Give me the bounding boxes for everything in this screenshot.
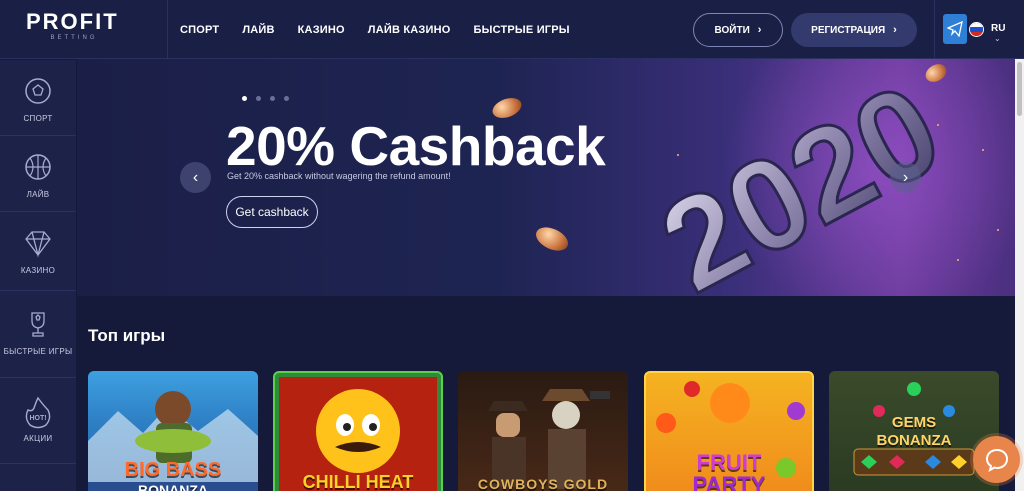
promo-banner[interactable]: 2020 20% Cashback Get 20% cashback witho… bbox=[77, 59, 1015, 296]
sidebar-item-fast-games[interactable]: БЫСТРЫЕ ИГРЫ bbox=[0, 291, 76, 378]
nav-item-casino[interactable]: КАЗИНО bbox=[298, 24, 345, 36]
left-sidebar: СПОРТ ЛАЙВ КАЗИНО БЫСТРЫЕ ИГРЫ HOT! АКЦИ… bbox=[0, 60, 76, 491]
game-art bbox=[853, 382, 975, 476]
banner-title: 20% Cashback bbox=[226, 115, 606, 177]
slider-dot[interactable] bbox=[284, 96, 289, 101]
login-label: ВОЙТИ bbox=[714, 24, 750, 36]
nav-item-fast-games[interactable]: БЫСТРЫЕ ИГРЫ bbox=[474, 24, 570, 36]
coin-graphic bbox=[532, 222, 572, 256]
spark bbox=[957, 259, 959, 261]
slider-dots bbox=[242, 96, 289, 101]
sidebar-item-label: БЫСТРЫЕ ИГРЫ bbox=[3, 347, 73, 356]
chevron-right-icon: › bbox=[893, 24, 897, 36]
spark bbox=[937, 124, 939, 126]
login-button[interactable]: ВОЙТИ › bbox=[693, 13, 783, 47]
logo-subtext: BETTING bbox=[50, 35, 98, 41]
hot-flame-icon: HOT! bbox=[25, 396, 51, 429]
spark bbox=[997, 229, 999, 231]
chevron-down-icon[interactable]: ⌄ bbox=[994, 34, 1001, 43]
slider-dot[interactable] bbox=[242, 96, 247, 101]
russia-flag-icon[interactable] bbox=[969, 22, 984, 37]
spark bbox=[677, 154, 679, 156]
sidebar-item-sport[interactable]: СПОРТ bbox=[0, 60, 76, 136]
game-card-gems-bonanza[interactable]: GEMS BONANZA bbox=[829, 371, 999, 491]
get-cashback-button[interactable]: Get cashback bbox=[226, 196, 318, 228]
game-card-big-bass-bonanza[interactable]: BIG BASS BONANZA bbox=[88, 371, 258, 491]
game-title: CHILLI HEAT bbox=[302, 472, 414, 491]
sidebar-item-promotions[interactable]: HOT! АКЦИИ bbox=[0, 378, 76, 464]
game-card-cowboys-gold[interactable]: COWBOYS GOLD bbox=[458, 371, 628, 491]
game-title: COWBOYS GOLD bbox=[477, 476, 609, 491]
register-label: РЕГИСТРАЦИЯ bbox=[811, 24, 886, 36]
game-title: BIG BASS bbox=[124, 459, 222, 481]
sidebar-item-live[interactable]: ЛАЙВ bbox=[0, 136, 76, 212]
basketball-icon bbox=[25, 154, 51, 180]
header-divider bbox=[167, 0, 168, 59]
game-title: FRUIT bbox=[696, 450, 762, 475]
sidebar-item-casino[interactable]: КАЗИНО bbox=[0, 212, 76, 291]
svg-text:HOT!: HOT! bbox=[29, 415, 46, 422]
slider-prev-arrow-icon[interactable]: ‹ bbox=[180, 162, 211, 193]
slider-next-arrow-icon[interactable]: › bbox=[890, 162, 921, 193]
top-games-title: Топ игры bbox=[88, 326, 166, 345]
spark bbox=[982, 149, 984, 151]
logo-text: PROFIT bbox=[26, 9, 119, 34]
game-card-chilli-heat[interactable]: CHILLI HEAT bbox=[273, 371, 443, 491]
brand-logo[interactable]: PROFIT BETTING bbox=[26, 10, 146, 50]
scrollbar-thumb[interactable] bbox=[1017, 62, 1022, 116]
game-card-fruit-party[interactable]: FRUIT PARTY bbox=[644, 371, 814, 491]
soccer-ball-icon bbox=[25, 78, 51, 104]
language-selector[interactable]: RU bbox=[991, 23, 1005, 34]
nav-item-sport[interactable]: СПОРТ bbox=[180, 24, 219, 36]
top-header: PROFIT BETTING СПОРТ ЛАЙВ КАЗИНО ЛАЙВ КА… bbox=[0, 0, 1024, 59]
telegram-icon[interactable] bbox=[943, 14, 967, 44]
game-subtitle: PARTY bbox=[692, 472, 766, 491]
scrollbar-track[interactable] bbox=[1015, 59, 1024, 491]
game-subtitle: BONANZA bbox=[88, 482, 258, 491]
nav-item-live[interactable]: ЛАЙВ bbox=[242, 24, 274, 36]
game-art bbox=[488, 389, 610, 489]
chevron-right-icon: › bbox=[757, 24, 762, 36]
slider-dot[interactable] bbox=[270, 96, 275, 101]
diamond-icon bbox=[25, 231, 51, 258]
chat-bubble-icon bbox=[985, 448, 1008, 472]
header-divider bbox=[934, 0, 935, 59]
sidebar-item-label: АКЦИИ bbox=[23, 434, 53, 443]
sidebar-item-label: СПОРТ bbox=[23, 114, 53, 123]
chat-support-button[interactable] bbox=[973, 436, 1020, 483]
game-title: GEMS bbox=[891, 414, 937, 431]
game-subtitle: BONANZA bbox=[876, 432, 952, 449]
main-nav: СПОРТ ЛАЙВ КАЗИНО ЛАЙВ КАЗИНО БЫСТРЫЕ ИГ… bbox=[180, 0, 570, 59]
trophy-icon bbox=[31, 312, 45, 337]
nav-item-live-casino[interactable]: ЛАЙВ КАЗИНО bbox=[368, 24, 451, 36]
register-button[interactable]: РЕГИСТРАЦИЯ › bbox=[791, 13, 917, 47]
sidebar-item-label: ЛАЙВ bbox=[26, 190, 50, 199]
banner-subtitle: Get 20% cashback without wagering the re… bbox=[227, 171, 451, 181]
sidebar-item-label: КАЗИНО bbox=[20, 266, 56, 275]
slider-dot[interactable] bbox=[256, 96, 261, 101]
